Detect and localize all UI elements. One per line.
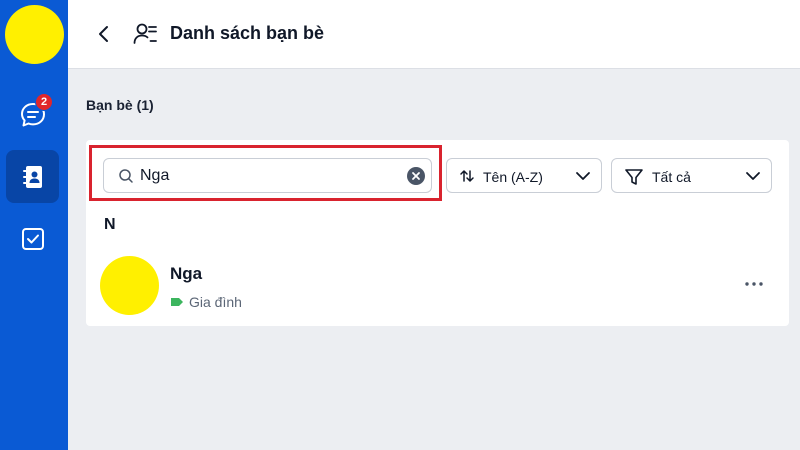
filter-icon [625,169,643,185]
tag-icon [171,298,183,306]
friends-count-title: Bạn bè (1) [86,97,154,113]
search-highlight-box [89,145,442,201]
sidebar-item-chat[interactable]: 2 [6,88,59,141]
contact-name: Nga [170,264,203,283]
header: Danh sách bạn bè [68,0,800,69]
contact-avatar [100,256,159,315]
back-icon[interactable] [94,22,114,46]
more-options-icon[interactable] [743,276,765,292]
filter-dropdown[interactable]: Tất cả [611,158,772,193]
contact-book-icon [22,165,42,188]
filter-label: Tất cả [652,169,691,185]
chevron-down-icon [746,172,760,180]
sort-icon [460,170,474,182]
sort-dropdown[interactable]: Tên (A-Z) [446,158,602,193]
sidebar-item-todo[interactable] [6,212,59,265]
user-avatar[interactable] [5,5,64,64]
sidebar-item-contacts[interactable] [6,150,59,203]
contact-tag-label: Gia đình [189,294,242,310]
unread-badge: 2 [35,93,53,111]
sort-label: Tên (A-Z) [483,169,543,185]
group-letter: N [104,216,116,233]
page-title: Danh sách bạn bè [170,23,325,43]
checkbox-icon [21,227,44,250]
contact-row[interactable]: Nga Gia đình [86,250,789,320]
friend-list-icon [133,23,157,44]
sidebar: 2 [0,0,68,450]
chevron-down-icon [576,172,590,180]
